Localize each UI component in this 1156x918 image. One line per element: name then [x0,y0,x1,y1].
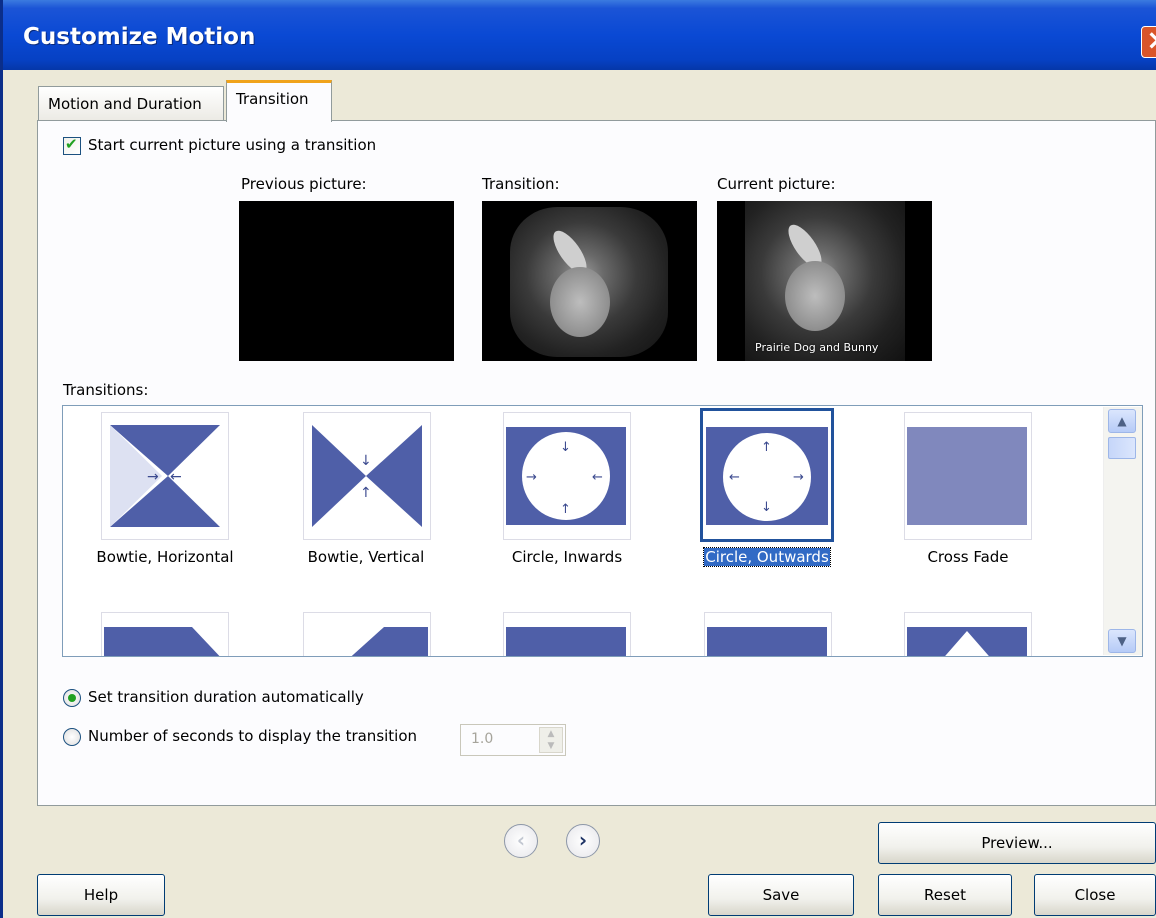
circle-outwards-icon: ↑ ↓ ← → [706,427,828,525]
svg-text:↓: ↓ [761,500,772,515]
previous-picture-label: Previous picture: [241,175,367,193]
manual-duration-label[interactable]: Number of seconds to display the transit… [88,727,417,745]
transitions-list[interactable]: → ← Bowtie, Horizontal ↓ ↑ Bowtie, Verti… [62,405,1143,657]
window-title: Customize Motion [23,24,256,50]
svg-text:↓: ↓ [560,440,571,455]
svg-text:→: → [147,469,159,485]
title-bar[interactable]: Customize Motion [3,0,1156,70]
transition-label[interactable]: Cross Fade [878,548,1058,566]
transition-label[interactable]: Bowtie, Vertical [276,548,456,566]
diagonal-transition-icon [104,627,220,656]
close-button[interactable]: Close [1034,874,1156,916]
svg-text:↑: ↑ [761,440,772,455]
transition-tile-bowtie-vertical[interactable]: ↓ ↑ [303,412,431,540]
svg-text:↑: ↑ [360,485,372,501]
circle-inwards-icon: ↓ ↑ → ← [506,427,626,525]
svg-text:↑: ↑ [560,502,571,517]
scroll-thumb[interactable] [1108,437,1136,459]
next-picture-button[interactable]: › [566,824,600,858]
close-window-icon[interactable] [1141,23,1156,58]
cross-fade-icon [907,427,1027,525]
wipe-transition-icon [707,627,827,656]
transition-label[interactable]: Bowtie, Horizontal [75,548,255,566]
diagonal-transition-icon [351,627,428,656]
transition-tile-bowtie-horizontal[interactable]: → ← [101,412,229,540]
svg-text:→: → [793,470,804,485]
current-picture-label: Current picture: [717,175,836,193]
transition-label[interactable]: Circle, Outwards [677,547,857,567]
svg-text:↓: ↓ [360,453,372,469]
auto-duration-label[interactable]: Set transition duration automatically [88,688,364,706]
transition-tile-circle-outwards[interactable]: ↑ ↓ ← → [700,408,834,542]
seconds-stepper[interactable]: 1.0 ▲ ▼ [460,724,566,756]
transition-preview [482,201,697,361]
current-picture-preview: Prairie Dog and Bunny [717,201,932,361]
wipe-transition-icon [506,627,626,656]
current-photo [745,201,905,361]
transition-tile[interactable] [904,612,1032,656]
transition-photo [510,207,668,357]
diamond-transition-icon [907,627,1027,656]
seconds-value: 1.0 [471,731,494,747]
transition-preview-label: Transition: [482,175,560,193]
manual-duration-radio[interactable] [63,728,81,746]
stepper-arrows-icon[interactable]: ▲ ▼ [539,727,563,753]
transition-tile[interactable] [704,612,832,656]
start-transition-label[interactable]: Start current picture using a transition [88,136,376,154]
help-button[interactable]: Help [37,874,165,916]
bowtie-vertical-icon: ↓ ↑ [312,425,422,527]
previous-picture-button[interactable]: ‹ [504,824,538,858]
svg-text:←: ← [592,470,603,485]
auto-duration-radio[interactable] [63,689,81,707]
transition-tile[interactable] [101,612,229,656]
start-transition-checkbox[interactable] [63,135,81,155]
svg-text:←: ← [170,469,182,485]
svg-text:→: → [526,470,537,485]
transitions-scrollbar[interactable]: ▲ ▼ [1103,407,1142,655]
scroll-up-icon[interactable]: ▲ [1108,409,1136,433]
reset-button[interactable]: Reset [878,874,1012,916]
previous-picture-preview [239,201,454,361]
bowtie-horizontal-icon: → ← [110,425,220,527]
transition-tile-cross-fade[interactable] [904,412,1032,540]
transition-tile[interactable] [503,612,631,656]
tab-transition[interactable]: Transition [226,80,332,122]
scroll-down-icon[interactable]: ▼ [1108,629,1136,653]
photo-caption: Prairie Dog and Bunny [755,341,879,354]
tab-label: Motion and Duration [48,95,202,113]
tab-label: Transition [236,90,309,108]
transition-label[interactable]: Circle, Inwards [477,548,657,566]
save-button[interactable]: Save [708,874,854,916]
tab-motion-and-duration[interactable]: Motion and Duration [38,86,224,120]
transition-tile-circle-inwards[interactable]: ↓ ↑ → ← [503,412,631,540]
preview-button[interactable]: Preview... [878,822,1156,864]
transition-tile[interactable] [303,612,431,656]
svg-text:←: ← [729,470,740,485]
transitions-list-label: Transitions: [63,381,149,399]
